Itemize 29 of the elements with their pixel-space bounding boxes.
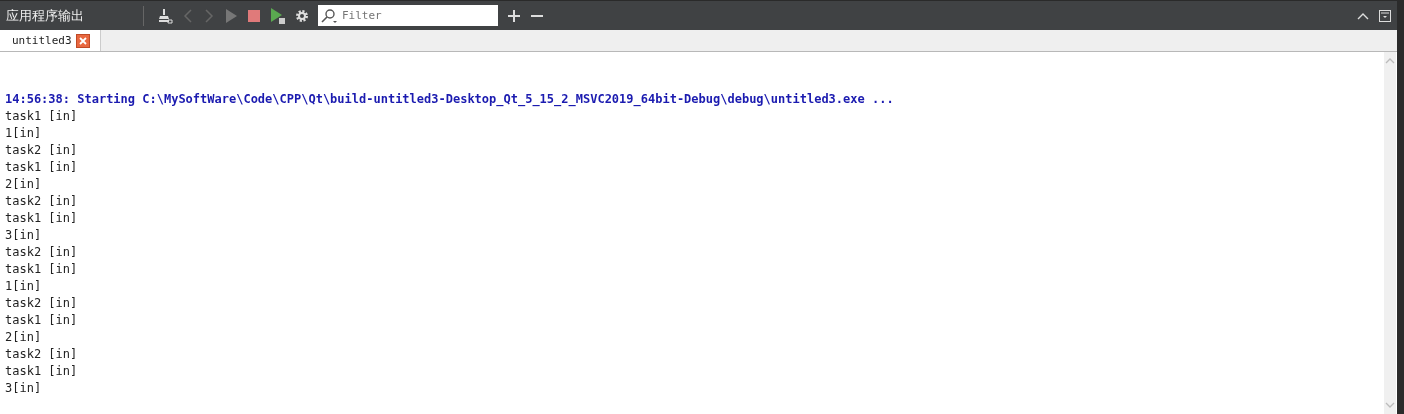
output-line: 3[in] [5, 227, 43, 244]
output-line: 1[in] [5, 125, 43, 142]
close-icon[interactable] [75, 33, 90, 48]
stop-icon[interactable] [247, 8, 261, 23]
output-line: task2 [in] [5, 346, 79, 363]
output-line: task1 [in] [5, 210, 79, 227]
output-line: 14:56:38: Starting C:\MySoftWare\Code\CPP\Qt\build-untitled3-Desktop_Qt_5_15_2_MSVC2019_64bit-Debug\debug\untitled3.exe ... [5, 91, 895, 108]
output-line: task1 [in] [5, 363, 79, 380]
output-line: task1 [in] [5, 108, 79, 125]
panel-menu-icon[interactable] [1379, 9, 1391, 22]
output-tab[interactable]: untitled3 [0, 30, 101, 51]
output-line: task1 [in] [5, 312, 79, 329]
output-line: 2[in] [5, 176, 43, 193]
output-line: 3[in] [5, 380, 43, 397]
output-line: task2 [in] [5, 295, 79, 312]
filter-field[interactable]: Filter [318, 5, 498, 26]
plus-icon[interactable] [507, 8, 521, 23]
output-line: 2[in] [5, 329, 43, 346]
output-line: task1 [in] [5, 159, 79, 176]
settings-icon[interactable] [295, 8, 309, 23]
output-line: task2 [in] [5, 244, 79, 261]
output-line: task2 [in] [5, 142, 79, 159]
debug-run-icon[interactable] [270, 6, 286, 25]
tab-label: untitled3 [12, 34, 72, 47]
output-line: 1[in] [5, 278, 43, 295]
output-line: task2 [in] [5, 193, 79, 210]
broom-icon[interactable] [157, 7, 173, 24]
panel-title: 应用程序输出 [6, 6, 85, 25]
output-line: task1 [in] [5, 261, 79, 278]
